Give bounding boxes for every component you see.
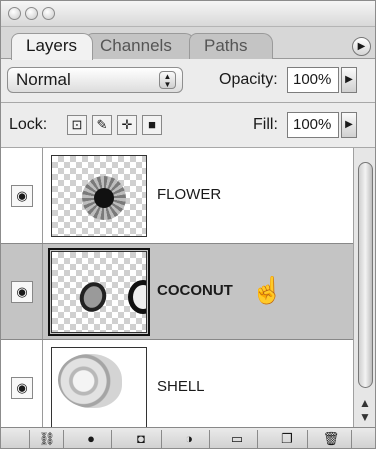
- layer-name-coconut: COCONUT: [157, 282, 233, 299]
- transparency-lock-icon[interactable]: ⊡: [67, 115, 87, 135]
- coconut-shell-icon: [128, 280, 146, 314]
- toolbar-divider: [29, 430, 30, 448]
- layers-list: ◉ FLOWER ◉ COCONUT ◉ SHELL: [1, 148, 353, 427]
- visibility-cell: ◉: [1, 340, 43, 427]
- scroll-thumb[interactable]: [358, 162, 373, 388]
- layer-row-shell[interactable]: ◉ SHELL: [1, 340, 353, 427]
- toolbar-divider: [111, 430, 112, 448]
- panel-menu-icon[interactable]: ▶: [352, 37, 371, 56]
- minimize-light-icon[interactable]: [25, 7, 38, 20]
- layer-name-shell: SHELL: [157, 378, 205, 395]
- tab-layers-label: Layers: [26, 36, 78, 55]
- fill-input[interactable]: 100%: [287, 112, 339, 138]
- trash-icon[interactable]: 🗑: [321, 429, 341, 448]
- flower-center-icon: [94, 188, 114, 208]
- tab-paths[interactable]: Paths: [189, 33, 273, 59]
- new-layer-icon[interactable]: ❐: [277, 429, 297, 448]
- toolbar-divider: [63, 430, 64, 448]
- eye-icon[interactable]: ◉: [11, 185, 33, 207]
- tab-channels[interactable]: Channels: [85, 33, 195, 59]
- lock-label: Lock:: [9, 116, 48, 133]
- fill-slider-arrow-icon[interactable]: ▶: [341, 112, 357, 138]
- layer-style-icon[interactable]: ●: [81, 429, 101, 448]
- mask-icon[interactable]: ◘: [131, 429, 151, 448]
- hand-cursor-icon: ☝: [251, 275, 284, 305]
- tab-channels-label: Channels: [100, 36, 172, 55]
- move-lock-icon[interactable]: ✛: [117, 115, 137, 135]
- layers-bottom-toolbar: ⛓ ● ◘ ◑ ▭ ❐ 🗑: [1, 427, 375, 448]
- adjustment-icon[interactable]: ◑: [179, 429, 199, 448]
- layer-thumbnail-coconut: [48, 248, 150, 336]
- blend-mode-select[interactable]: Normal ▲ ▼: [7, 67, 183, 93]
- scroll-down-arrow-icon[interactable]: ▼: [359, 410, 371, 424]
- close-light-icon[interactable]: [8, 7, 21, 20]
- opacity-input[interactable]: 100%: [287, 67, 339, 93]
- toolbar-divider: [161, 430, 162, 448]
- opacity-label: Opacity:: [219, 71, 278, 88]
- eye-icon[interactable]: ◉: [11, 281, 33, 303]
- toolbar-divider: [257, 430, 258, 448]
- tab-bar: Layers Channels Paths ▶: [1, 27, 375, 60]
- layers-scrollbar[interactable]: ▲ ▼: [353, 148, 375, 427]
- padlock-icon[interactable]: ■: [142, 115, 162, 135]
- panel-titlebar: [1, 1, 375, 27]
- layer-thumbnail-shell: [51, 347, 147, 427]
- shell-icon: [58, 354, 122, 408]
- folder-icon[interactable]: ▭: [227, 429, 247, 448]
- blend-mode-value: Normal: [16, 70, 71, 89]
- fill-label: Fill:: [253, 116, 278, 133]
- toolbar-divider: [351, 430, 352, 448]
- visibility-cell: ◉: [1, 148, 43, 243]
- layer-thumbnail-flower: [51, 155, 147, 237]
- opacity-slider-arrow-icon[interactable]: ▶: [341, 67, 357, 93]
- scroll-up-arrow-icon[interactable]: ▲: [359, 396, 371, 410]
- layer-name-flower: FLOWER: [157, 186, 222, 203]
- tab-layers[interactable]: Layers: [11, 33, 93, 60]
- tab-paths-label: Paths: [204, 36, 248, 55]
- blend-opacity-row: Normal ▲ ▼ Opacity: 100% ▶: [1, 59, 375, 103]
- toolbar-divider: [307, 430, 308, 448]
- link-icon[interactable]: ⛓: [37, 429, 57, 448]
- eye-icon[interactable]: ◉: [11, 377, 33, 399]
- layers-panel: Layers Channels Paths ▶ Normal ▲ ▼ Opacit…: [0, 0, 376, 449]
- stepper-arrows-icon: ▲ ▼: [159, 71, 176, 89]
- layer-row-flower[interactable]: ◉ FLOWER: [1, 148, 353, 244]
- lock-fill-row: Lock: ⊡ ✎ ✛ ■ Fill: 100% ▶: [1, 103, 375, 148]
- layer-row-coconut[interactable]: ◉ COCONUT: [1, 244, 353, 340]
- zoom-light-icon[interactable]: [42, 7, 55, 20]
- visibility-cell: ◉: [1, 244, 43, 339]
- brush-lock-icon[interactable]: ✎: [92, 115, 112, 135]
- toolbar-divider: [209, 430, 210, 448]
- coconut-half-icon: [75, 278, 111, 316]
